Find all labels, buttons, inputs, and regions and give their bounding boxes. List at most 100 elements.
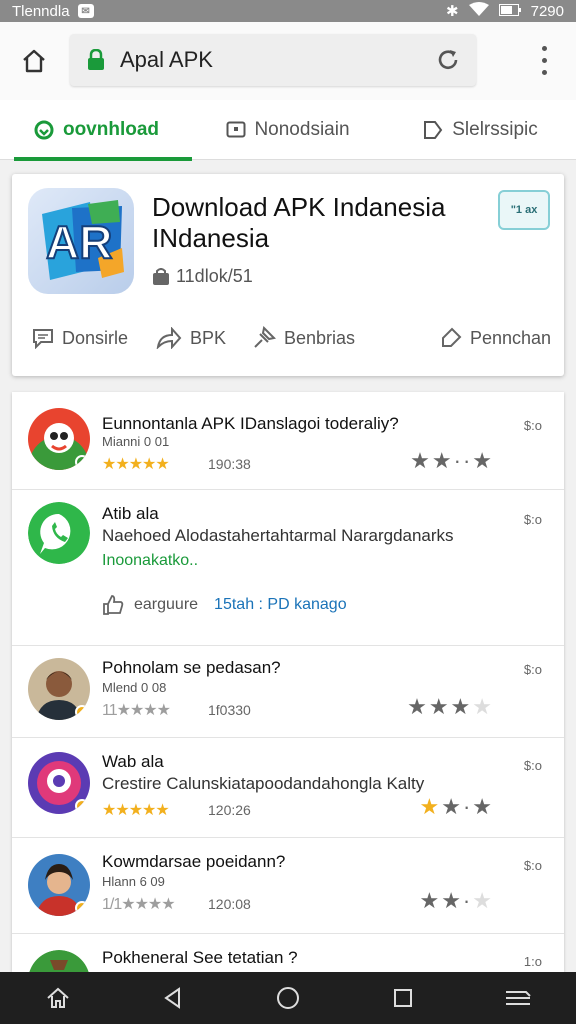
rating-badge[interactable]: "1 ax	[498, 190, 550, 230]
reload-button[interactable]	[434, 46, 462, 74]
recents-button[interactable]	[388, 983, 418, 1013]
address-bar[interactable]: Apal APK	[70, 34, 476, 86]
system-nav-bar	[0, 972, 576, 1024]
rating-stars-icon: ★★★★	[407, 694, 494, 719]
action-label: BPK	[190, 327, 227, 348]
star-rating: ★★★★★	[102, 456, 170, 473]
url-text: Apal APK	[120, 47, 213, 72]
action-row: Donsirle BPK Benbrias Pennchan	[12, 320, 564, 356]
pin-icon	[254, 326, 276, 348]
tab-label: Slelrssipic	[452, 119, 538, 140]
list-item[interactable]: Wab ala Crestire Calunskiatapoodandahong…	[12, 738, 564, 838]
list-item-title: Atib ala	[102, 504, 159, 523]
footer-left: earguure	[134, 596, 199, 613]
rating-stars-icon: ★★·★	[419, 888, 494, 913]
list-item-desc: Crestire Calunskiatapoodandahongla Kalty	[102, 774, 425, 793]
clock-label: 7290	[530, 2, 564, 20]
list-item-meta: $:o	[523, 512, 542, 527]
svg-text:AR: AR	[46, 216, 112, 268]
list-item[interactable]: Pohnolam se pedasan? Mlend 0 08 11★★★★ 1…	[12, 646, 564, 738]
menu-icon	[506, 991, 532, 1005]
browser-toolbar: Apal APK	[0, 22, 576, 100]
tab-label: oovnhload	[62, 119, 160, 140]
list-item[interactable]: Eunnontanla APK IDanslagoi toderaliy? Mi…	[12, 392, 564, 490]
home-icon	[46, 987, 69, 1008]
avatar	[28, 950, 90, 972]
action-label: Benbrias	[284, 327, 356, 348]
share-icon	[156, 327, 182, 349]
app-meta-text: 11dlok/51	[176, 266, 253, 286]
share-icon	[424, 121, 443, 139]
comment-icon	[33, 329, 53, 349]
home-button[interactable]	[16, 43, 52, 79]
list-item-footer: earguure 15tah : PD kanago	[102, 594, 347, 616]
app-hero-card: AR Download APK Indanesia INdanesia 11dl…	[12, 174, 564, 376]
list-item-title: Pokheneral See tetatian ?	[102, 948, 298, 967]
avatar	[28, 502, 90, 564]
screen-icon	[226, 121, 246, 138]
thumbs-up-icon[interactable]	[102, 594, 124, 616]
status-icon	[75, 901, 89, 915]
share-button[interactable]: BPK	[156, 320, 226, 356]
status-bar: Tlenndla ✉ ✱ 7290	[0, 0, 576, 22]
list-item-time: 190:38	[208, 456, 251, 472]
tag-icon	[442, 327, 462, 347]
comment-button[interactable]: Donsirle	[32, 320, 128, 356]
avatar	[28, 752, 90, 814]
avatar	[28, 854, 90, 916]
footer-right[interactable]: 15tah : PD kanago	[214, 596, 347, 614]
list-item-link[interactable]: Inoonakatko..	[102, 552, 198, 570]
avatar	[28, 408, 90, 470]
list-item-meta: $:o	[523, 662, 542, 677]
reload-icon	[438, 50, 458, 69]
list-item-meta: $:o	[523, 758, 542, 773]
battery-icon	[498, 3, 521, 20]
back-icon	[164, 987, 180, 1009]
app-logo: AR	[28, 188, 134, 294]
status-icon	[75, 799, 89, 813]
recents-icon	[394, 989, 413, 1007]
list-item[interactable]: Pokheneral See tetatian ? 1:o	[12, 934, 564, 972]
rating-stars-icon: ★★··★	[410, 448, 494, 473]
star-rating: 11★★★★	[102, 702, 171, 719]
list-item-time: 120:26	[208, 802, 251, 818]
rating-stars-icon: ★★·★	[419, 794, 494, 819]
back-button[interactable]	[158, 983, 188, 1013]
list-item[interactable]: Atib ala Naehoed Alodastahertahtarmal Na…	[12, 490, 564, 646]
status-icon	[75, 705, 89, 719]
list-item-time: 120:08	[208, 896, 251, 912]
home-nav-button[interactable]	[43, 983, 73, 1013]
list-item-time: 1f0330	[208, 702, 251, 718]
notification-icon: ✉	[77, 4, 94, 18]
list-item-title: Kowmdarsae poeidann?	[102, 852, 286, 871]
tab-label: Nonodsiain	[254, 119, 350, 140]
star-rating: ★★★★★	[102, 802, 170, 819]
bluetooth-icon: ✱	[446, 3, 459, 20]
circle-home-icon	[276, 987, 299, 1009]
online-icon	[75, 455, 89, 469]
list-item-sub: Hlann 6 09	[102, 874, 165, 889]
home-circle-button[interactable]	[273, 983, 303, 1013]
list-item-desc: Naehoed Alodastahertahtarmal Narargdanar…	[102, 526, 454, 545]
carrier-label: Tlenndla	[12, 2, 70, 20]
list-item-title: Wab ala	[102, 752, 164, 771]
tab-download[interactable]: oovnhload	[0, 100, 192, 161]
menu-button[interactable]	[503, 983, 533, 1013]
app-list: Eunnontanla APK IDanslagoi toderaliy? Mi…	[12, 392, 564, 972]
download-icon	[34, 120, 54, 140]
wifi-icon	[468, 2, 489, 20]
bag-icon	[153, 267, 169, 285]
pin-button[interactable]: Benbrias	[252, 320, 355, 356]
tab-bar: oovnhload Nonodsiain Slelrssipic	[0, 100, 576, 161]
overflow-menu-button[interactable]	[536, 42, 552, 78]
home-icon	[23, 49, 45, 73]
avatar	[28, 658, 90, 720]
list-item-sub: Mlend 0 08	[102, 680, 167, 695]
list-item[interactable]: Kowmdarsae poeidann? Hlann 6 09 1/1★★★★ …	[12, 838, 564, 934]
list-item-meta: $:o	[523, 418, 542, 433]
tab-settings[interactable]: Slelrssipic	[384, 100, 576, 160]
lock-icon	[86, 48, 106, 72]
tab-notifications[interactable]: Nonodsiain	[192, 100, 384, 160]
tag-button[interactable]: Pennchan	[440, 320, 551, 356]
list-item-title: Pohnolam se pedasan?	[102, 658, 281, 677]
